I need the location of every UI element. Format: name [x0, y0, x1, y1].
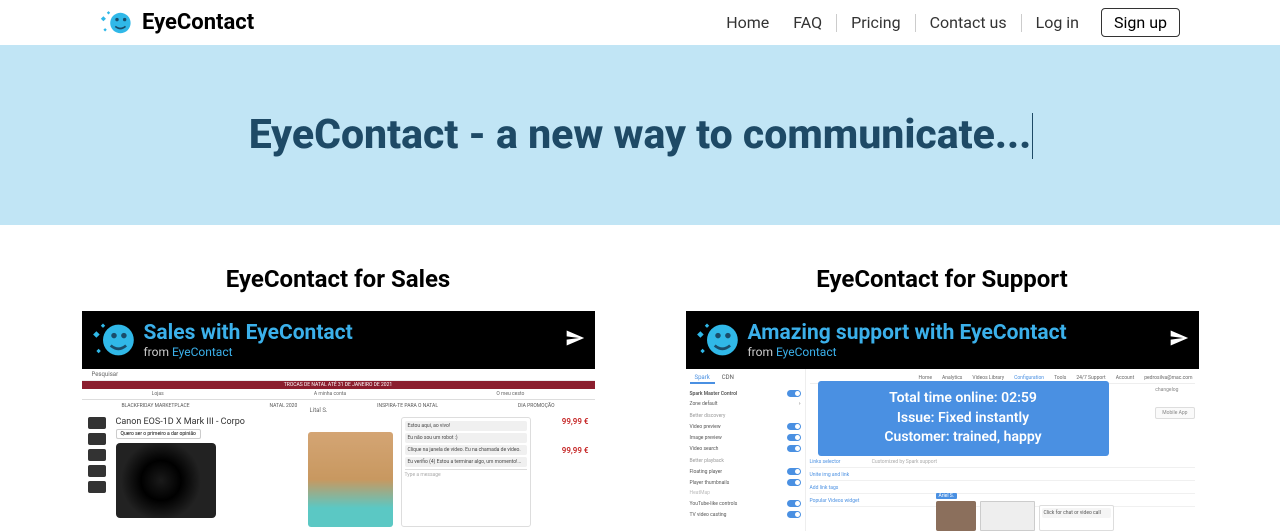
chat-prompt: Click for chat or video call — [1039, 505, 1114, 531]
nav-divider — [1021, 14, 1022, 32]
logo-text: EyeContact — [142, 10, 254, 35]
nav-divider — [915, 14, 916, 32]
main-nav: Home FAQ Pricing Contact us Log in Sign … — [714, 8, 1180, 37]
agent-video — [308, 432, 393, 527]
logo-icon — [100, 6, 134, 40]
logo[interactable]: EyeContact — [100, 6, 254, 40]
support-card: EyeContact for Support Amazing support — [676, 265, 1208, 531]
support-video-preview[interactable]: Amazing support with EyeContact from Eye… — [686, 311, 1199, 531]
product-image — [116, 443, 216, 518]
support-mockup: Spark CDN Spark Master Control Zone defa… — [686, 369, 1199, 531]
chat-box: Estou aqui, ao vivo! Eu não sou um robot… — [401, 417, 531, 527]
sales-mockup: Pesquisar TROCAS DE NATAL ATÉ 31 DE JANE… — [82, 369, 595, 531]
nav-faq[interactable]: FAQ — [781, 9, 834, 36]
nav-login[interactable]: Log in — [1024, 9, 1091, 36]
text-cursor — [1032, 113, 1033, 159]
video-header: Amazing support with EyeContact from Eye… — [686, 311, 1199, 369]
nav-pricing[interactable]: Pricing — [839, 9, 913, 36]
cards-section: EyeContact for Sales Sales with EyeCon — [0, 225, 1280, 531]
header: EyeContact Home FAQ Pricing Contact us L… — [0, 0, 1280, 45]
overlay-stats: Total time online: 02:59 Issue: Fixed in… — [818, 381, 1109, 456]
nav-divider — [836, 14, 837, 32]
sales-card: EyeContact for Sales Sales with EyeCon — [72, 265, 604, 531]
agent-thumbnail: Ariel S. — [936, 501, 976, 531]
video-logo-icon — [92, 318, 136, 362]
product-title: Canon EOS-1D X Mark III - Corpo — [116, 417, 300, 427]
support-card-title: EyeContact for Support — [816, 265, 1068, 293]
signup-button[interactable]: Sign up — [1101, 8, 1180, 37]
video-subtitle: from EyeContact — [748, 345, 1169, 359]
sales-video-preview[interactable]: Sales with EyeContact from EyeContact Pe… — [82, 311, 595, 531]
video-subtitle: from EyeContact — [144, 345, 565, 359]
nav-home[interactable]: Home — [714, 9, 781, 36]
share-icon[interactable] — [565, 328, 585, 353]
share-icon[interactable] — [1169, 328, 1189, 353]
nav-contact[interactable]: Contact us — [918, 9, 1019, 36]
video-title: Amazing support with EyeContact — [748, 321, 1169, 345]
hero-section: EyeContact - a new way to communicate... — [0, 45, 1280, 225]
video-title: Sales with EyeContact — [144, 321, 565, 345]
sales-card-title: EyeContact for Sales — [226, 265, 451, 293]
hero-title: EyeContact - a new way to communicate... — [249, 111, 1032, 159]
video-logo-icon — [696, 318, 740, 362]
video-header: Sales with EyeContact from EyeContact — [82, 311, 595, 369]
